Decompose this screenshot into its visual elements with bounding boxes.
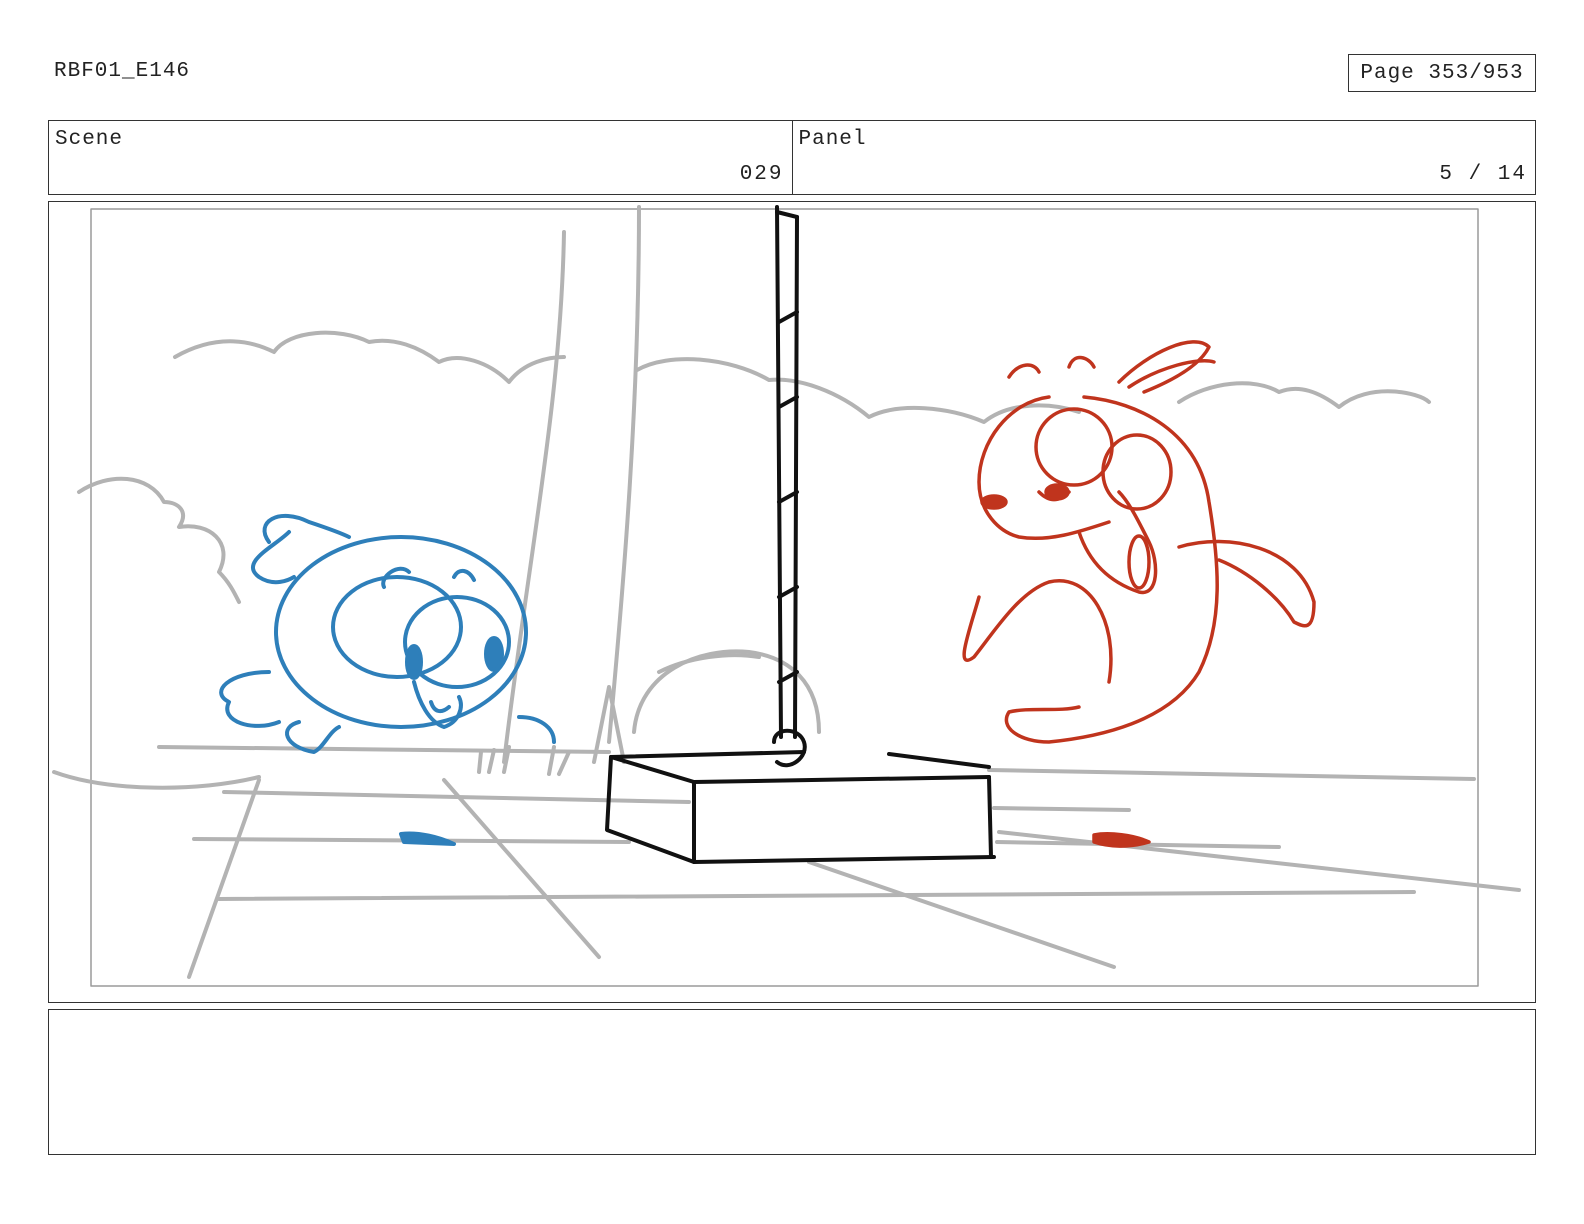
panel-cell: Panel 5 / 14 [791, 121, 1536, 194]
episode-code: RBF01_E146 [54, 60, 191, 83]
safe-area-frame [90, 208, 1479, 987]
panel-drawing [52, 205, 1521, 987]
panel-label: Panel [798, 128, 867, 151]
notes-box [48, 1009, 1536, 1155]
pole-prop [605, 205, 996, 864]
info-row: Scene 029 Panel 5 / 14 [48, 120, 1536, 195]
storyboard-panel [48, 201, 1536, 1003]
scene-label: Scene [55, 128, 124, 151]
scene-cell: Scene 029 [49, 121, 792, 194]
panel-number: 5 / 14 [1439, 163, 1527, 186]
scene-number: 029 [739, 163, 784, 186]
page-number: Page 353/953 [1348, 54, 1536, 92]
